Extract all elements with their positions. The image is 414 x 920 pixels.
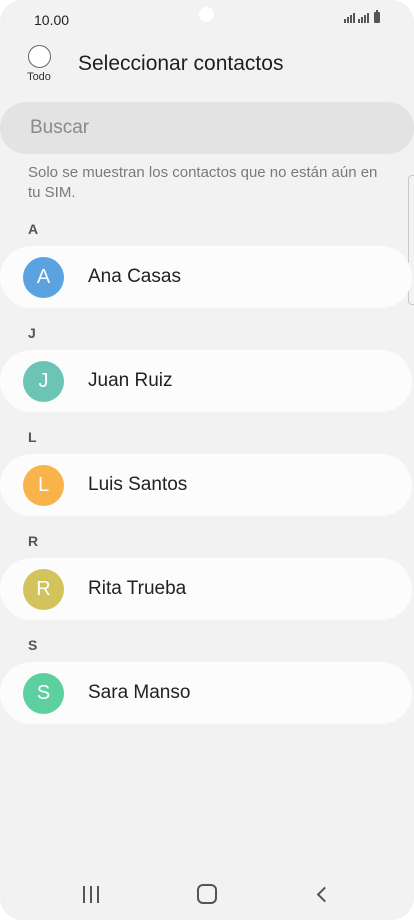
page-title: Seleccionar contactos (78, 52, 284, 75)
avatar: R (23, 568, 64, 610)
contact-item-juan-ruiz[interactable]: J Juan Ruiz (0, 350, 412, 412)
status-bar: 10.00 (0, 0, 414, 40)
avatar: L (23, 464, 64, 506)
contact-name: Luis Santos (88, 474, 188, 495)
contact-item-ana-casas[interactable]: A Ana Casas (0, 246, 412, 308)
avatar: A (23, 256, 64, 298)
wifi-signal-icon (344, 13, 355, 23)
screen: 10.00 Todo Seleccionar contactos Solo se… (0, 0, 414, 920)
recents-button[interactable] (67, 876, 115, 912)
contact-item-sara-manso[interactable]: S Sara Manso (0, 662, 412, 724)
search-input[interactable] (28, 116, 372, 140)
recents-icon (83, 885, 99, 903)
contact-name: Juan Ruiz (88, 370, 173, 391)
contact-name: Rita Trueba (88, 578, 187, 599)
section-header-l: L (28, 429, 37, 445)
section-header-j: J (28, 325, 36, 341)
battery-icon (374, 10, 380, 23)
avatar: J (23, 360, 64, 402)
home-icon (197, 884, 217, 904)
checkbox-circle-icon (27, 45, 51, 68)
select-all-label: Todo (27, 71, 51, 83)
back-button[interactable] (298, 876, 346, 912)
header: Todo Seleccionar contactos (0, 40, 414, 100)
contact-name: Ana Casas (88, 266, 181, 287)
contact-item-rita-trueba[interactable]: R Rita Trueba (0, 558, 412, 620)
section-header-s: S (28, 637, 38, 653)
select-all-checkbox[interactable]: Todo (24, 45, 54, 83)
back-icon (316, 886, 332, 902)
section-header-a: A (28, 221, 39, 237)
cell-signal-icon (358, 13, 369, 23)
info-text: Solo se muestran los contactos que no es… (28, 164, 378, 201)
avatar: S (23, 672, 64, 714)
navigation-bar (0, 864, 414, 920)
system-icons (344, 10, 380, 23)
section-header-r: R (28, 533, 39, 549)
home-button[interactable] (183, 876, 231, 912)
front-camera (199, 7, 214, 22)
contact-item-luis-santos[interactable]: L Luis Santos (0, 454, 412, 516)
status-time: 10.00 (34, 12, 70, 28)
search-bar[interactable] (0, 102, 414, 154)
contact-name: Sara Manso (88, 682, 191, 703)
